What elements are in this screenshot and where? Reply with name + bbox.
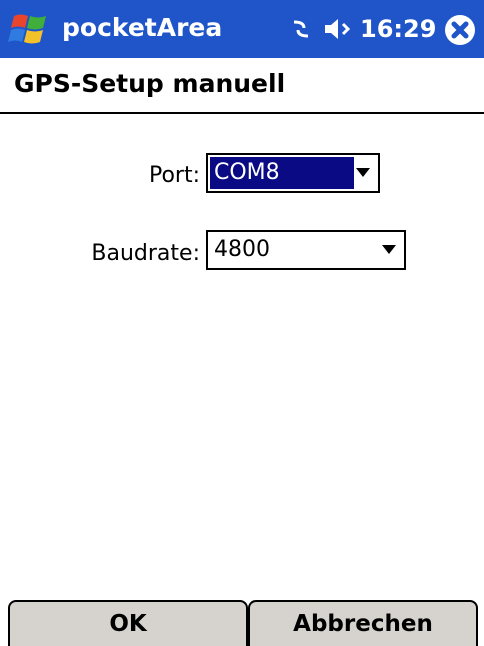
speaker-icon[interactable]	[321, 14, 355, 44]
baudrate-label: Baudrate:	[91, 241, 200, 266]
close-icon[interactable]	[444, 14, 476, 46]
port-dropdown[interactable]: COM8	[206, 153, 380, 193]
baudrate-value: 4800	[214, 237, 270, 262]
title-bar: pocketArea 16:29	[0, 0, 484, 58]
chevron-down-icon[interactable]	[382, 245, 396, 255]
app-title: pocketArea	[62, 13, 223, 42]
header-divider	[0, 112, 484, 114]
page-title: GPS-Setup manuell	[14, 69, 286, 98]
baudrate-dropdown[interactable]: 4800	[206, 230, 406, 270]
port-label: Port:	[148, 163, 200, 188]
connectivity-icon[interactable]	[290, 14, 312, 44]
ok-button[interactable]: OK	[8, 600, 248, 646]
device-screen: pocketArea 16:29 GPS-Setup manuell Port:…	[0, 0, 484, 646]
clock: 16:29	[360, 15, 437, 43]
cancel-button[interactable]: Abbrechen	[248, 600, 478, 646]
windows-flag-icon[interactable]	[8, 10, 54, 48]
chevron-down-icon[interactable]	[356, 168, 370, 178]
port-value: COM8	[210, 157, 354, 189]
